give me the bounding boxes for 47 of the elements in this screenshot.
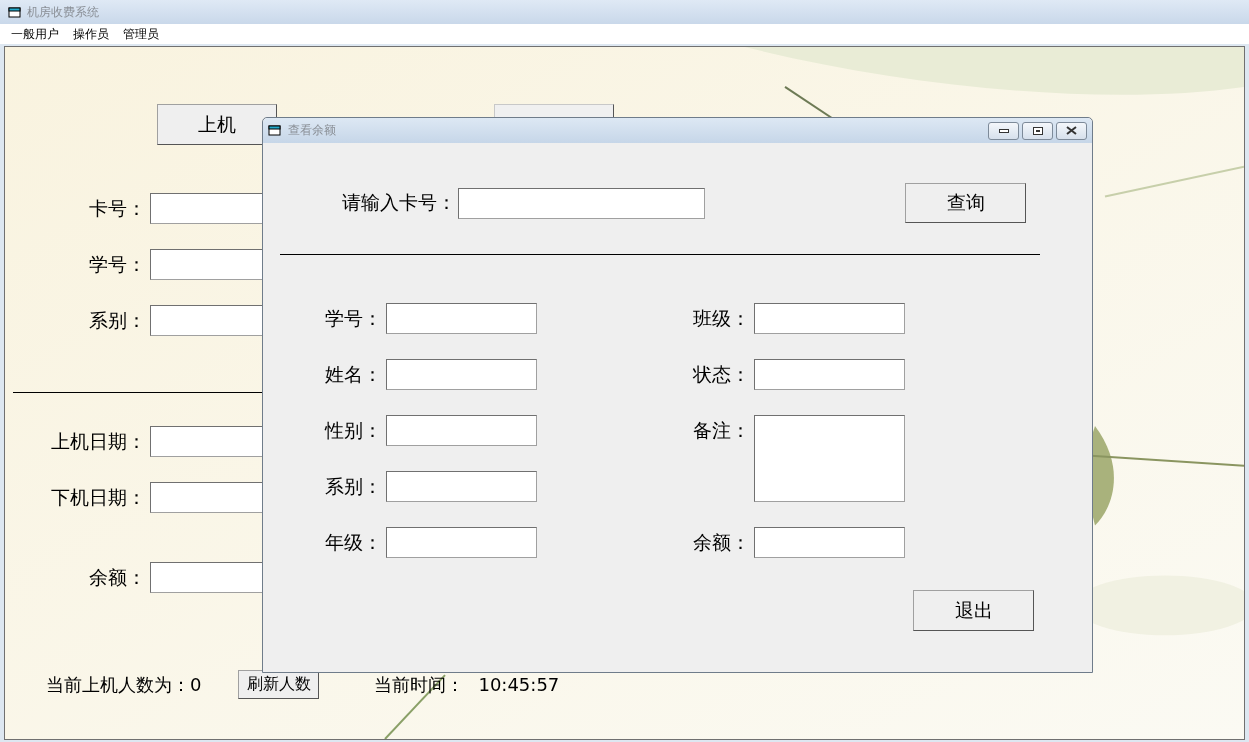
- field-label: 下机日期：: [50, 484, 146, 510]
- field-label: 余额：: [88, 564, 146, 590]
- input-field[interactable]: [386, 303, 537, 334]
- action-button[interactable]: 上机: [157, 104, 277, 145]
- maximize-icon: [1032, 126, 1043, 135]
- window-title: 机房收费系统: [27, 3, 99, 21]
- maximize-button[interactable]: [1022, 121, 1053, 140]
- time-label: 当前时间：: [374, 672, 465, 697]
- close-button[interactable]: [1056, 121, 1087, 140]
- menu-item[interactable]: 一般用户: [11, 25, 59, 43]
- card-input[interactable]: [458, 187, 705, 219]
- refresh-button[interactable]: 刷新人数: [238, 670, 320, 699]
- minimize-button[interactable]: [988, 121, 1019, 140]
- input-field[interactable]: [386, 471, 537, 502]
- input-field[interactable]: [386, 415, 537, 446]
- menu-item[interactable]: 管理员: [123, 25, 159, 43]
- input-field[interactable]: [754, 527, 905, 558]
- field-label: 请输入卡号：: [341, 190, 456, 215]
- close-icon: [1066, 126, 1077, 135]
- input-field[interactable]: [386, 527, 537, 558]
- field-label: 系别：: [88, 307, 146, 333]
- count-label: 当前上机人数为：: [46, 672, 190, 697]
- field-label: 学号：: [88, 251, 146, 277]
- window-icon: [268, 124, 282, 137]
- field-label: 上机日期：: [50, 428, 146, 454]
- field-label: 性别：: [323, 418, 382, 443]
- minimize-icon: [998, 128, 1009, 133]
- field-label: 状态：: [692, 362, 750, 387]
- time-value: 10:45:57: [478, 674, 560, 695]
- input-field[interactable]: [754, 359, 905, 390]
- field-label: 学号：: [324, 306, 382, 331]
- window-icon: [8, 5, 22, 19]
- field-label: 姓名：: [324, 362, 382, 387]
- query-button[interactable]: 查询: [905, 183, 1026, 223]
- menu-item[interactable]: 操作员: [73, 25, 109, 43]
- input-field[interactable]: [386, 359, 537, 390]
- count-value: 0: [190, 674, 202, 695]
- input-field[interactable]: [754, 303, 905, 334]
- field-label: 备注：: [692, 418, 750, 443]
- exit-button[interactable]: 退出: [913, 590, 1034, 631]
- field-label: 年级：: [324, 530, 382, 555]
- field-label: 卡号：: [88, 195, 146, 221]
- notes-field[interactable]: [754, 415, 905, 502]
- field-label: 余额：: [692, 530, 750, 555]
- field-label: 班级：: [692, 306, 750, 331]
- dialog-title: 查看余额: [288, 122, 336, 139]
- field-label: 系别：: [324, 474, 382, 499]
